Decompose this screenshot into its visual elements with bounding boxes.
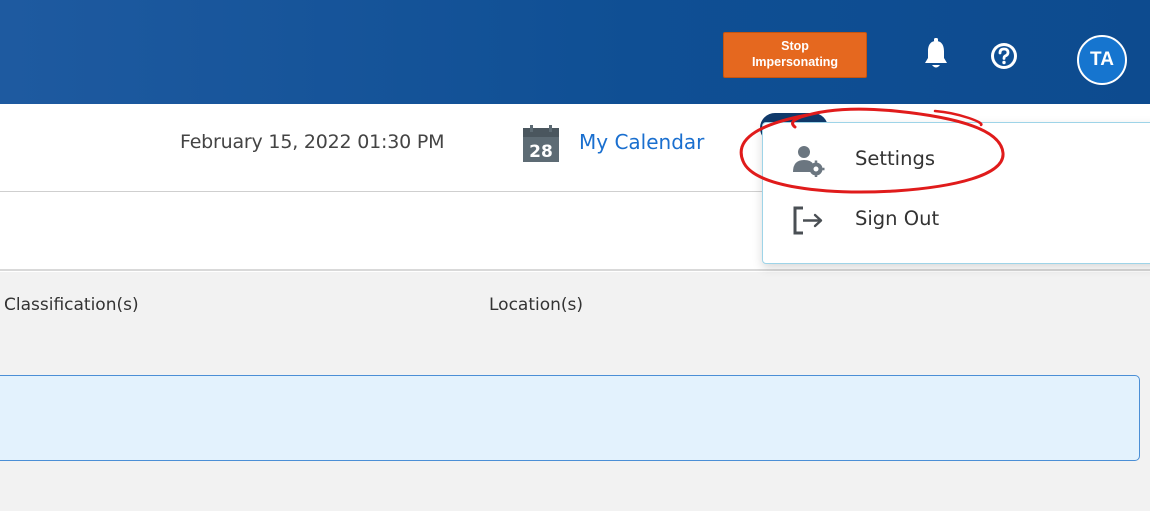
user-avatar-button[interactable]: TA bbox=[1077, 35, 1127, 85]
stop-impersonating-line2: Impersonating bbox=[751, 55, 839, 69]
menu-item-sign-out[interactable]: Sign Out bbox=[763, 191, 1150, 247]
user-settings-icon bbox=[793, 146, 825, 177]
stop-impersonating-button[interactable]: Stop Impersonating bbox=[723, 32, 867, 78]
column-header-classification[interactable]: Classification(s) bbox=[4, 295, 139, 315]
stop-impersonating-line1: Stop bbox=[781, 39, 809, 53]
current-datetime: February 15, 2022 01:30 PM bbox=[180, 131, 445, 153]
calendar-icon[interactable]: 28 bbox=[521, 124, 561, 164]
top-header-bar: Stop Impersonating TA bbox=[0, 0, 1150, 104]
menu-item-settings-label: Settings bbox=[855, 147, 935, 170]
menu-item-sign-out-label: Sign Out bbox=[855, 207, 940, 230]
column-header-location[interactable]: Location(s) bbox=[489, 295, 583, 315]
calendar-icon-day: 28 bbox=[529, 142, 553, 162]
bell-icon[interactable] bbox=[921, 38, 951, 72]
menu-item-settings[interactable]: Settings bbox=[763, 131, 1150, 187]
help-circle-icon[interactable] bbox=[990, 42, 1018, 70]
my-calendar-link[interactable]: My Calendar bbox=[579, 130, 704, 154]
user-menu-dropdown: Settings Sign Out bbox=[762, 122, 1150, 264]
table-row[interactable] bbox=[0, 375, 1140, 461]
sign-out-icon bbox=[793, 206, 823, 235]
